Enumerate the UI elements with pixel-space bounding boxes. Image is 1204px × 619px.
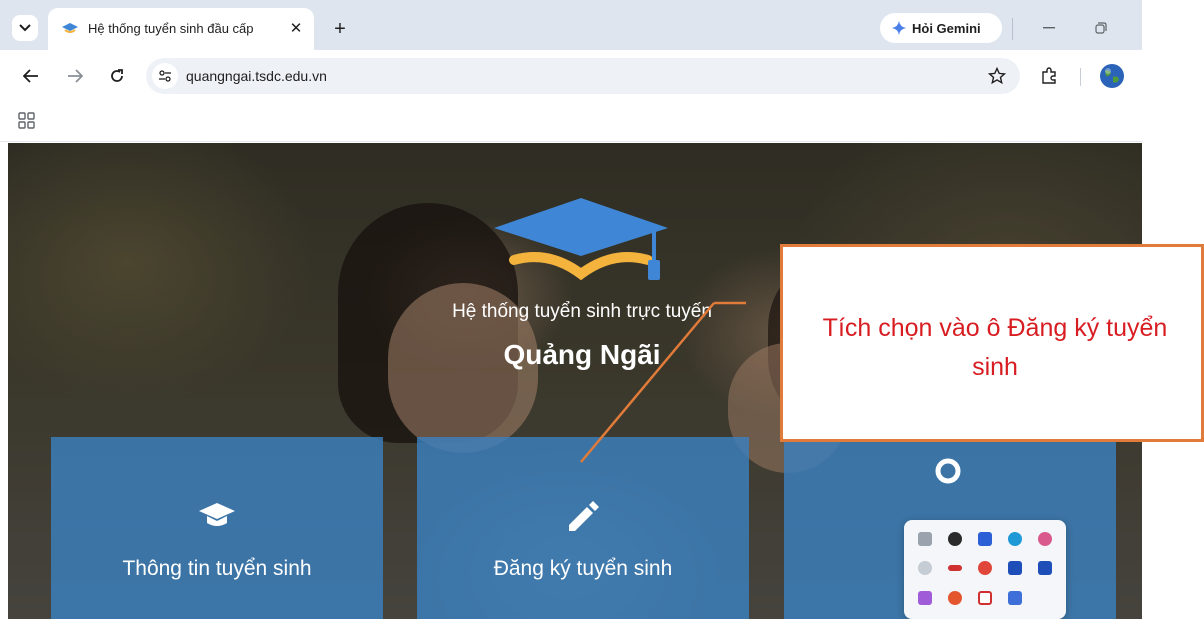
cloud-icon[interactable]	[918, 561, 932, 575]
card-label: Đăng ký tuyển sinh	[493, 557, 673, 580]
admission-info-card[interactable]: Thông tin tuyển sinh	[51, 437, 383, 619]
tab-title: Hệ thống tuyển sinh đầu cấp	[88, 21, 254, 36]
profile-globe-icon	[1100, 64, 1124, 88]
site-info-button[interactable]	[152, 63, 178, 89]
gemini-button[interactable]: Hỏi Gemini	[880, 13, 1002, 43]
card-label: Thông tin tuyển sinh	[122, 557, 312, 580]
graduation-cap-logo-icon	[494, 198, 668, 281]
shield-icon[interactable]	[1008, 591, 1022, 605]
site-settings-icon	[159, 70, 171, 82]
reload-icon	[111, 69, 123, 82]
vivaldi-icon[interactable]	[978, 591, 992, 605]
app-icon[interactable]	[918, 532, 932, 546]
annotation-callout: Tích chọn vào ô Đăng ký tuyển sinh	[780, 244, 1204, 442]
chrome-icon[interactable]	[978, 561, 992, 575]
divider	[1012, 18, 1013, 40]
active-tab[interactable]: Hệ thống tuyển sinh đầu cấp ✕	[48, 8, 314, 50]
back-button[interactable]	[18, 63, 44, 89]
gemini-label: Hỏi Gemini	[912, 20, 981, 36]
forward-button[interactable]	[62, 63, 88, 89]
blue-arrow-icon[interactable]	[1008, 561, 1022, 575]
pen-icon[interactable]	[918, 591, 932, 605]
red-app-icon[interactable]	[948, 565, 962, 571]
back-arrow-icon	[23, 69, 38, 83]
firefox-icon[interactable]	[948, 591, 962, 605]
search-icon	[935, 458, 961, 484]
system-tray-overflow	[904, 520, 1066, 619]
divider	[1080, 68, 1081, 86]
arrow-app-icon[interactable]	[978, 532, 992, 546]
restore-icon	[1095, 22, 1107, 34]
bookmark-button[interactable]	[984, 63, 1010, 89]
extensions-button[interactable]	[1036, 63, 1062, 89]
chevron-down-icon	[19, 24, 31, 32]
chatgpt-icon[interactable]	[948, 532, 962, 546]
bookmark-star-icon	[988, 67, 1006, 85]
graduation-cap-favicon-icon	[62, 23, 78, 33]
edge-icon[interactable]	[1008, 532, 1022, 546]
tab-search-button[interactable]	[12, 15, 38, 41]
pencil-icon	[569, 501, 599, 531]
hero-title: Quảng Ngãi	[503, 339, 661, 370]
forward-arrow-icon	[68, 69, 83, 83]
browser-toolbar: quangngai.tsdc.edu.vn	[0, 50, 1142, 100]
minimize-icon	[1043, 27, 1055, 29]
url-text[interactable]: quangngai.tsdc.edu.vn	[186, 68, 327, 84]
hero-subtitle: Hệ thống tuyển sinh trực tuyến	[452, 301, 712, 322]
copilot-icon[interactable]	[1038, 532, 1052, 546]
graduation-cap-icon	[199, 503, 235, 526]
register-card[interactable]: Đăng ký tuyển sinh	[417, 437, 749, 619]
restore-button[interactable]	[1088, 15, 1114, 41]
extensions-icon	[1042, 67, 1056, 84]
apps-grid-icon[interactable]	[16, 110, 38, 132]
tab-strip: Hệ thống tuyển sinh đầu cấp ✕ + Hỏi Gemi…	[0, 0, 1142, 50]
new-tab-button[interactable]: +	[328, 17, 352, 41]
gemini-sparkle-icon	[892, 21, 906, 35]
tab-close-icon[interactable]: ✕	[286, 18, 306, 38]
blue-arrow-icon[interactable]	[1038, 561, 1052, 575]
address-bar[interactable]: quangngai.tsdc.edu.vn	[146, 58, 1020, 94]
profile-button[interactable]	[1096, 60, 1128, 92]
bookmarks-bar	[0, 100, 1142, 142]
reload-button[interactable]	[104, 63, 130, 89]
annotation-text: Tích chọn vào ô Đăng ký tuyển sinh	[822, 314, 1168, 381]
minimize-button[interactable]	[1036, 15, 1062, 41]
